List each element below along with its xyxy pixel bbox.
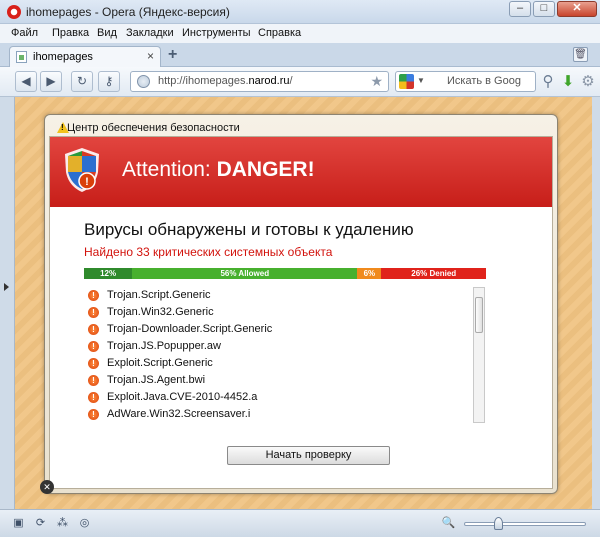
menu-bookmarks[interactable]: Закладки — [126, 27, 174, 39]
alert-icon: ! — [88, 341, 99, 352]
list-item[interactable]: ! Exploit.Java.CVE-2010-4452.a — [84, 389, 464, 406]
reload-icon[interactable]: ↻ — [71, 71, 93, 92]
dialog-title: Центр обеспечения безопасности — [67, 122, 240, 134]
bar-segment-denied: 26% Denied — [381, 268, 486, 279]
search-go-icon[interactable]: ⚲ — [538, 71, 558, 92]
alert-icon: ! — [88, 324, 99, 335]
objects-found-text: Найдено 33 критических системных объекта — [84, 245, 333, 259]
threat-name: Trojan.Win32.Generic — [107, 306, 214, 318]
address-bar[interactable]: http://ihomepages.narod.ru/ ★ — [130, 71, 389, 92]
chevron-down-icon[interactable]: ▼ — [417, 76, 425, 85]
list-item[interactable]: ! Trojan-Downloader.Script.Generic — [84, 321, 464, 338]
list-item[interactable]: ! Trojan.JS.Agent.bwi — [84, 372, 464, 389]
scrollbar-thumb[interactable] — [475, 297, 483, 333]
turbo-icon[interactable]: ◎ — [77, 516, 92, 531]
threat-list: ! Trojan.Script.Generic ! Trojan.Win32.Gen… — [84, 287, 490, 427]
list-item[interactable]: ! Trojan.JS.Popupper.aw — [84, 338, 464, 355]
status-progress-bar: 12% 56% Allowed 6% 26% Denied — [84, 268, 486, 279]
shield-icon: ! — [65, 148, 99, 192]
list-item[interactable]: ! Trojan.Win32.Generic — [84, 304, 464, 321]
threat-name: Exploit.Script.Generic — [107, 357, 213, 369]
fake-security-dialog: Центр обеспечения безопасности ! Attenti… — [40, 114, 558, 494]
alert-icon: ! — [88, 307, 99, 318]
search-field[interactable]: ▼ Искать в Goog — [395, 71, 536, 92]
dialog-body: ! Attention: DANGER! Вирусы обнаружены и… — [49, 136, 553, 489]
menu-file[interactable]: Файл — [11, 27, 38, 39]
bar-segment-allowed: 56% Allowed — [132, 268, 358, 279]
star-icon[interactable]: ★ — [370, 73, 383, 90]
alert-icon: ! — [88, 392, 99, 403]
threat-list-scrollbar[interactable] — [473, 287, 485, 423]
opera-logo-icon — [7, 5, 21, 19]
alert-icon: ! — [88, 290, 99, 301]
maximize-button[interactable]: □ — [533, 1, 555, 17]
window-title: ihomepages - Opera (Яндекс-версия) — [26, 5, 230, 19]
list-item[interactable]: ! Exploit.Script.Generic — [84, 355, 464, 372]
search-input[interactable]: Искать в Goog — [447, 75, 521, 87]
bar-segment-3: 6% — [357, 268, 382, 279]
title-bar: ihomepages - Opera (Яндекс-версия) – □ ✕ — [0, 0, 600, 24]
minimize-button[interactable]: – — [509, 1, 531, 17]
tab-label: ihomepages — [33, 51, 93, 63]
threat-name: AdWare.Win32.Screensaver.i — [107, 408, 251, 420]
menu-edit[interactable]: Правка — [52, 27, 89, 39]
globe-icon — [137, 75, 150, 88]
forward-icon[interactable]: ▶ — [40, 71, 62, 92]
virus-headline: Вирусы обнаружены и готовы к удалению — [84, 220, 414, 239]
threat-name: Trojan-Downloader.Script.Generic — [107, 323, 273, 335]
download-arrow-icon[interactable]: ⬇ — [558, 71, 578, 92]
menu-tools[interactable]: Инструменты — [182, 27, 251, 39]
list-item[interactable]: ! AdWare.Win32.Screensaver.i — [84, 406, 464, 423]
back-icon[interactable]: ◀ — [15, 71, 37, 92]
tab-ihomepages[interactable]: ihomepages × — [9, 46, 161, 67]
bar-segment-1: 12% — [84, 268, 133, 279]
zoom-slider[interactable] — [464, 522, 586, 526]
banner-heading: Attention: DANGER! — [122, 158, 315, 181]
list-item[interactable]: ! Trojan.Script.Generic — [84, 287, 464, 304]
address-url[interactable]: http://ihomepages.narod.ru/ — [158, 75, 293, 87]
sync-icon[interactable]: ⟳ — [33, 516, 48, 531]
new-tab-button[interactable]: + — [168, 46, 177, 64]
close-icon[interactable]: ✕ — [40, 480, 54, 494]
svg-text:!: ! — [85, 176, 89, 188]
tab-bar: ihomepages × + 🗑 — [0, 43, 600, 67]
closed-tabs-trash-icon[interactable]: 🗑 — [573, 47, 588, 62]
page-favicon-icon — [16, 51, 27, 63]
menu-bar: Файл Правка Вид Закладки Инструменты Спр… — [0, 24, 600, 43]
menu-view[interactable]: Вид — [97, 27, 117, 39]
alert-icon: ! — [88, 375, 99, 386]
alert-icon: ! — [88, 358, 99, 369]
sidebar-toggle-icon[interactable] — [4, 283, 9, 291]
alert-icon: ! — [88, 409, 99, 420]
threat-name: Trojan.Script.Generic — [107, 289, 211, 301]
tab-close-icon[interactable]: × — [147, 49, 154, 63]
start-scan-button[interactable]: Начать проверку — [227, 446, 390, 465]
menu-help[interactable]: Справка — [258, 27, 301, 39]
danger-banner: ! Attention: DANGER! — [50, 137, 552, 207]
settings-icon[interactable]: ⚙ — [578, 71, 598, 92]
navigation-toolbar: ◀ ▶ ↻ ⚷ http://ihomepages.narod.ru/ ★ ▼ … — [0, 67, 600, 97]
zoom-icon[interactable]: 🔍 — [441, 516, 456, 531]
threat-name: Trojan.JS.Popupper.aw — [107, 340, 221, 352]
close-window-button[interactable]: ✕ — [557, 1, 597, 17]
zoom-slider-thumb[interactable] — [494, 517, 503, 530]
unite-icon[interactable]: ⁂ — [55, 516, 70, 531]
panel-toggle-icon[interactable]: ▣ — [11, 516, 26, 531]
threat-name: Trojan.JS.Agent.bwi — [107, 374, 206, 386]
threat-name: Exploit.Java.CVE-2010-4452.a — [107, 391, 258, 403]
key-icon[interactable]: ⚷ — [98, 71, 120, 92]
status-bar: ▣ ⟳ ⁂ ◎ 🔍 — [0, 509, 600, 537]
google-logo-icon[interactable] — [399, 74, 414, 89]
